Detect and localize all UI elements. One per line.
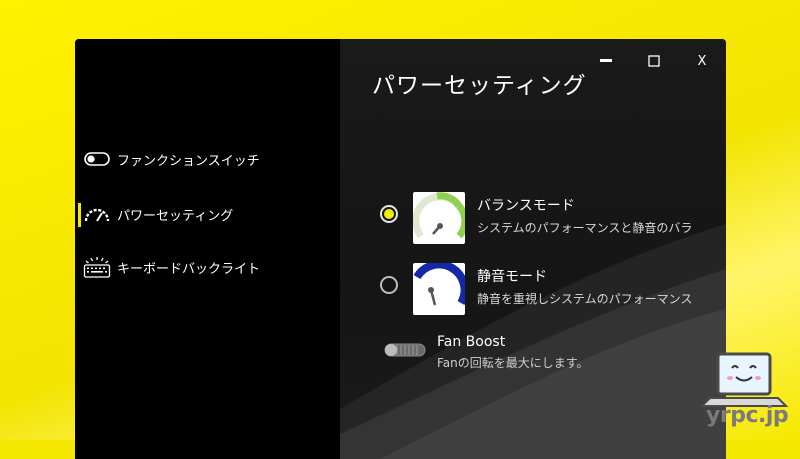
radio-button-balance[interactable] <box>380 205 398 223</box>
keyboard-backlight-icon <box>83 257 111 278</box>
fan-boost-text: Fan Boost Fanの回転を最大にします。 <box>437 334 589 371</box>
minimize-button[interactable] <box>582 49 630 73</box>
sidebar-item-keyboard-backlight[interactable]: キーボードバックライト <box>83 257 261 278</box>
mode-text: バランスモード システムのパフォーマンスと静音のバランス <box>477 192 692 236</box>
mode-name: 静音モード <box>477 269 547 285</box>
mode-description: システムのパフォーマンスと静音のバランス <box>477 221 692 235</box>
fan-boost-description: Fanの回転を最大にします。 <box>437 356 589 370</box>
fan-boost-option[interactable]: Fan Boost Fanの回転を最大にします。 <box>383 334 589 371</box>
watermark-text: yrpc.jp <box>706 403 789 428</box>
page-title: パワーセッティング <box>372 73 587 99</box>
toggle-switch-icon <box>83 149 111 169</box>
maximize-button[interactable] <box>630 49 678 73</box>
sidebar-active-indicator <box>78 203 81 227</box>
balance-gauge-icon <box>412 192 469 244</box>
radio-button-silent[interactable] <box>380 276 398 294</box>
sidebar-item-label: パワーセッティング <box>117 208 234 224</box>
mode-option-silent[interactable]: 静音モード 静音を重視しシステムのパフォーマンス <box>380 260 692 315</box>
fan-boost-name: Fan Boost <box>437 334 506 350</box>
sidebar-item-power-settings[interactable]: パワーセッティング <box>83 204 233 224</box>
close-button[interactable]: X <box>678 49 726 73</box>
sidebar-item-label: ファンクションスイッチ <box>117 153 260 169</box>
mode-text: 静音モード 静音を重視しシステムのパフォーマンス <box>477 263 692 307</box>
main-panel: X パワーセッティング バランスモード システムのパフォーマンスと静音のバランス… <box>340 39 726 459</box>
power-settings-window: ファンクションスイッチ パワーセッティング キーボードバックライト X パワーセ… <box>75 39 726 459</box>
silent-gauge-icon <box>413 260 469 315</box>
mode-option-balance[interactable]: バランスモード システムのパフォーマンスと静音のバランス <box>380 192 692 244</box>
mode-name: バランスモード <box>477 198 575 214</box>
background-wave-decoration <box>340 224 726 459</box>
radio-selected-dot <box>384 209 394 219</box>
sidebar-item-function-switch[interactable]: ファンクションスイッチ <box>83 149 260 169</box>
fan-boost-toggle[interactable] <box>383 342 427 358</box>
mode-description: 静音を重視しシステムのパフォーマンス <box>477 292 692 306</box>
window-controls: X <box>582 49 726 73</box>
sidebar: ファンクションスイッチ パワーセッティング キーボードバックライト <box>75 39 340 459</box>
speedometer-icon <box>83 204 111 224</box>
sidebar-item-label: キーボードバックライト <box>117 261 261 277</box>
